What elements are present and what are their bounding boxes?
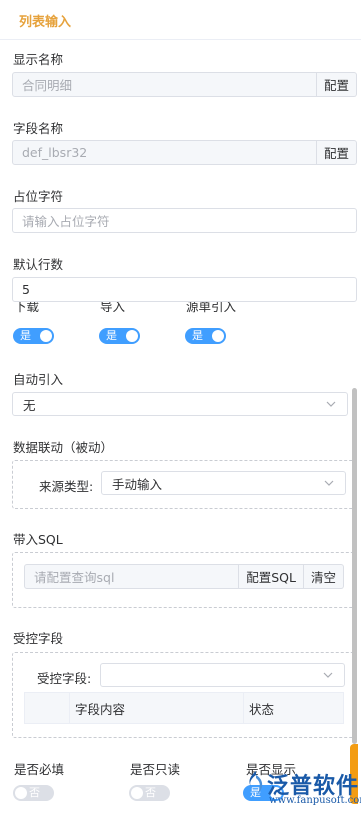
default-rows-label: 默认行数 [13,257,64,272]
brand-url: www.fanpusoft.com [269,795,361,806]
config-sql-button[interactable]: 配置SQL [239,564,304,589]
controlled-field-select[interactable] [100,663,345,687]
source-type-value: 手动输入 [112,476,163,492]
display-name-label: 显示名称 [13,52,64,67]
chevron-down-icon [326,401,336,407]
scrollbar[interactable] [352,388,357,744]
bring-sql-label: 带入SQL [13,532,63,547]
auto-import-label: 自动引入 [13,372,64,387]
controlled-fields-label: 受控字段 [13,631,64,646]
readonly-label: 是否只读 [130,762,181,777]
column-header-field-content: 字段内容 [70,693,244,723]
field-name-group: def_lbsr32 配置 [12,140,357,165]
switch-knob [131,787,143,799]
required-label: 是否必填 [14,762,65,777]
chevron-down-icon [324,480,334,486]
switch-knob [126,330,138,342]
source-type-select[interactable]: 手动输入 [101,471,346,495]
import-switch-text: 是 [106,329,117,342]
source-type-label: 来源类型: [39,479,94,494]
import-switch[interactable]: 是 [99,328,140,344]
default-rows-input[interactable]: 5 [12,277,357,302]
clear-sql-button[interactable]: 清空 [303,564,344,589]
chevron-down-icon [323,672,333,678]
auto-import-select[interactable]: 无 [12,392,348,416]
source-import-switch-text: 是 [192,329,203,342]
field-name-label: 字段名称 [13,121,64,136]
panel-title: 列表输入 [19,15,72,30]
field-name-config-button[interactable]: 配置 [316,140,357,165]
placeholder-input[interactable]: 请输入占位字符 [12,208,357,233]
brand-logo-icon [249,771,263,795]
sql-input[interactable]: 请配置查询sql [24,564,240,589]
toggle-labels-row: 下载 导入 源单引入 [0,302,361,315]
column-header-status: 状态 [249,701,275,717]
switch-knob [15,787,27,799]
placeholder-label: 占位字符 [13,189,64,204]
display-name-config-button[interactable]: 配置 [316,72,357,97]
display-name-group: 合同明细 配置 [12,72,357,97]
toggle-label-download: 下载 [14,302,40,314]
required-switch[interactable]: 否 [13,785,54,801]
switch-knob [212,330,224,342]
switch-knob [40,330,52,342]
toggle-label-import: 导入 [100,302,126,314]
auto-import-value: 无 [23,397,36,413]
brand-watermark: 泛普软件 www.fanpusoft.com [243,768,361,810]
download-switch-text: 是 [20,329,31,342]
download-switch[interactable]: 是 [13,328,54,344]
readonly-switch[interactable]: 否 [129,785,170,801]
panel-header: 列表输入 [0,0,361,40]
controlled-field-select-label: 受控字段: [37,671,92,686]
column-header-index [25,693,70,723]
data-link-label: 数据联动（被动） [13,440,114,455]
source-import-switch[interactable]: 是 [185,328,226,344]
field-name-input[interactable]: def_lbsr32 [12,140,317,165]
controlled-fields-table-header: 字段内容 状态 [24,692,344,724]
toggle-label-source-import: 源单引入 [186,302,237,314]
display-name-input[interactable]: 合同明细 [12,72,317,97]
sql-input-group: 请配置查询sql 配置SQL 清空 [24,564,344,589]
